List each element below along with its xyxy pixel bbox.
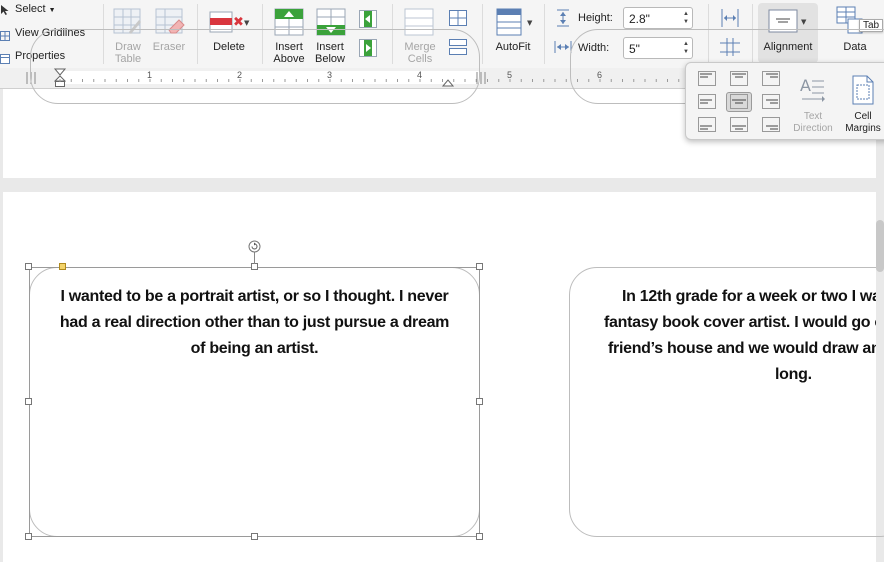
align-top-right-button[interactable] — [758, 69, 784, 89]
row-height-icon — [556, 9, 570, 32]
resize-handle-top[interactable] — [251, 263, 258, 270]
text-direction-label-line2: Direction — [793, 123, 833, 134]
resize-handle-top-right[interactable] — [476, 263, 483, 270]
align-bottom-left-button[interactable] — [694, 115, 720, 135]
align-top-center-button[interactable] — [726, 69, 752, 89]
svg-text:✖: ✖ — [233, 15, 244, 30]
height-stepper[interactable]: ▲ ▼ — [683, 10, 689, 26]
chevron-down-icon: ▼ — [48, 7, 56, 14]
align-middle-left-button[interactable] — [694, 92, 720, 112]
card-2-text[interactable]: In 12th grade for a week or two I wa fan… — [580, 284, 876, 404]
cell-margins-icon — [850, 75, 876, 110]
height-input[interactable]: 2.8" ▲ ▼ — [623, 7, 693, 29]
align-middle-right-button[interactable] — [758, 92, 784, 112]
select-label: Select — [15, 3, 46, 15]
resize-handle-left[interactable] — [25, 398, 32, 405]
select-button[interactable]: Select ▼ — [15, 3, 56, 15]
card-2-line: friend’s house and we would draw an — [608, 340, 876, 357]
alignment-popover: A Text Direction Cell Margins — [685, 62, 884, 140]
resize-handle-top-left[interactable] — [25, 263, 32, 270]
height-value: 2.8" — [629, 12, 650, 26]
text-direction-label-line1: Text — [803, 111, 823, 122]
split-cells-button[interactable] — [449, 10, 467, 31]
card-2-line: fantasy book cover artist. I would go o — [604, 314, 876, 331]
card-1-text[interactable]: I wanted to be a portrait artist, or so … — [52, 284, 457, 362]
vertical-scrollbar[interactable] — [876, 220, 884, 272]
align-middle-center-button[interactable] — [726, 92, 752, 112]
cell-margins-button[interactable]: Cell Margins — [838, 111, 884, 135]
cell-margins-label-line2: Margins — [845, 123, 881, 134]
autofit-button[interactable]: AutoFit — [492, 41, 534, 53]
resize-handle-bottom[interactable] — [251, 533, 258, 540]
svg-text:A: A — [800, 76, 811, 95]
gridlines-icon — [0, 28, 10, 46]
autofit-icon: ▼ — [496, 8, 534, 41]
svg-text:▼: ▼ — [527, 19, 533, 27]
resize-handle-right[interactable] — [476, 398, 483, 405]
cell-margins-label-line1: Cell — [854, 111, 872, 122]
align-bottom-center-button[interactable] — [726, 115, 752, 135]
adjust-handle-yellow[interactable] — [59, 263, 66, 270]
align-top-left-button[interactable] — [694, 69, 720, 89]
resize-handle-bottom-left[interactable] — [25, 533, 32, 540]
card-2-line: long. — [775, 366, 812, 383]
svg-text:▼: ▼ — [801, 18, 807, 26]
height-label: Height: — [578, 12, 613, 24]
cursor-icon — [0, 3, 10, 21]
properties-icon — [0, 51, 10, 69]
card-2-line: In 12th grade for a week or two I wa — [622, 288, 876, 305]
svg-text:▼: ▼ — [244, 19, 250, 27]
text-direction-icon: A — [800, 75, 826, 110]
align-bottom-right-button[interactable] — [758, 115, 784, 135]
resize-handle-bottom-right[interactable] — [476, 533, 483, 540]
rotate-handle-icon[interactable] — [248, 240, 261, 258]
text-direction-button[interactable]: Text Direction — [788, 111, 838, 135]
card-previous-left — [30, 29, 480, 104]
